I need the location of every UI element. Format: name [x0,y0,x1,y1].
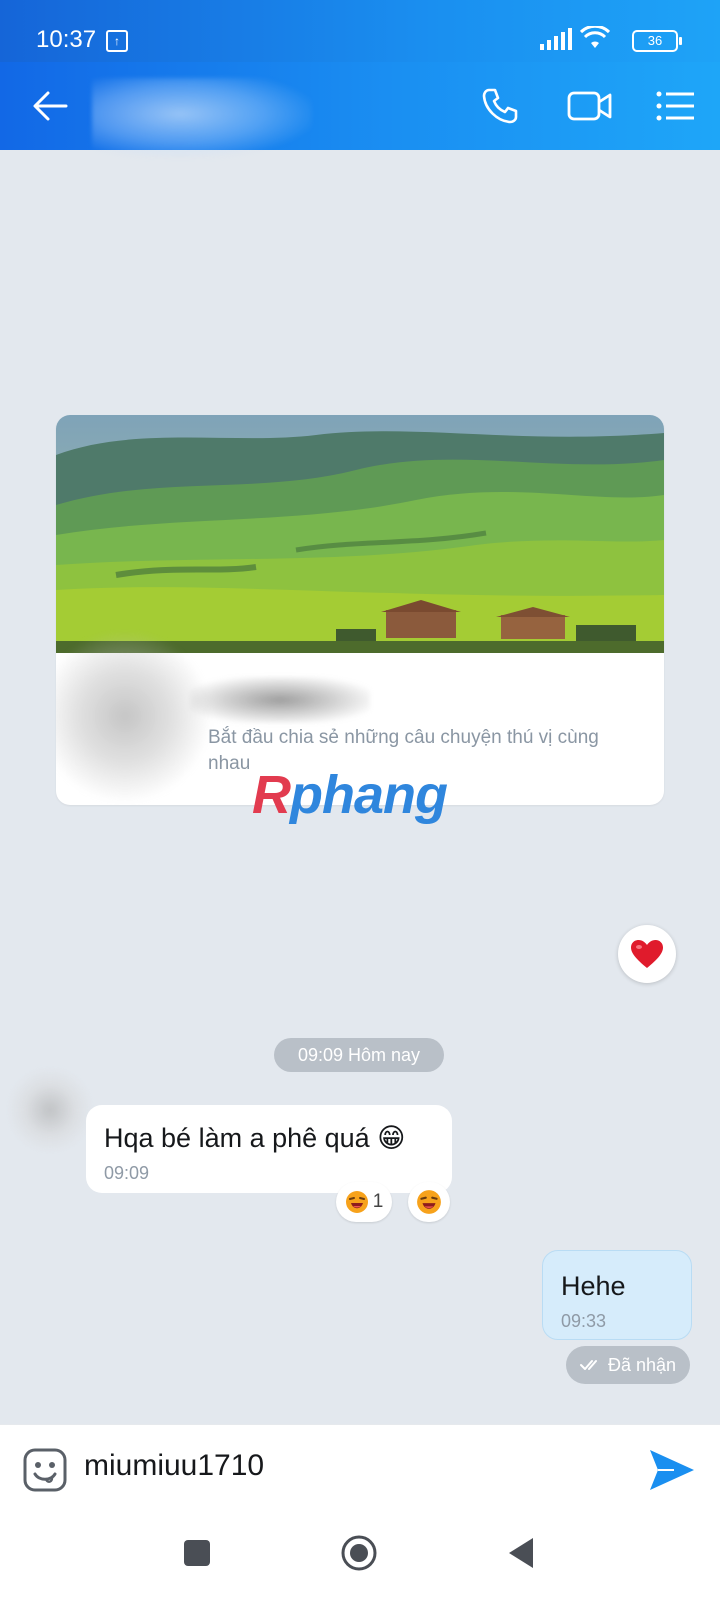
menu-button[interactable] [650,80,702,132]
back-nav-button[interactable] [506,1536,536,1570]
system-nav-bar [0,1512,720,1600]
recents-button[interactable] [184,1540,210,1566]
sticker-face-icon [23,1448,67,1492]
chat-area[interactable]: Bắt đầu chia sẻ những câu chuyện thú vị … [0,150,720,1424]
laughing-face-icon [345,1191,368,1213]
sticker-button[interactable] [22,1447,68,1493]
message-input[interactable]: miumiuu1710 [84,1449,264,1483]
video-camera-icon [567,91,612,121]
read-receipt: Đã nhận [566,1346,690,1384]
quick-heart-button[interactable] [618,925,676,983]
composer-bar: miumiuu1710 [0,1424,720,1513]
contact-name-redacted [92,78,312,158]
watermark-logo: Rphang [252,764,448,826]
intro-card[interactable]: Bắt đầu chia sẻ những câu chuyện thú vị … [56,415,664,805]
card-avatar-redacted [56,631,210,801]
home-button[interactable] [340,1534,378,1572]
message-text: Hqa bé làm a phê quá 😁 [104,1123,406,1153]
landscape-image [56,415,664,653]
battery-icon: 36 [632,30,682,52]
incoming-message[interactable]: Hqa bé làm a phê quá 😁 09:09 [86,1105,452,1193]
heart-icon [631,940,663,968]
date-separator: 09:09 Hôm nay [274,1038,444,1072]
double-check-icon [579,1360,597,1370]
message-time: 09:33 [561,1311,607,1331]
wifi-icon [580,26,610,48]
add-reaction-button[interactable] [408,1182,450,1222]
home-circle-icon [341,1535,377,1571]
outgoing-message[interactable]: Hehe 09:33 [542,1250,692,1340]
send-icon [650,1450,694,1490]
laughing-face-icon [417,1190,441,1214]
message-text: Hehe [561,1271,626,1301]
triangle-back-icon [509,1538,533,1568]
call-button[interactable] [474,80,526,132]
list-menu-icon [656,91,694,121]
notification-icon: ↑ [106,30,128,52]
reaction-count: 1 [372,1191,384,1212]
status-time: 10:37 [36,26,97,53]
watermark-first: R [252,765,291,825]
video-call-button[interactable] [564,80,616,132]
phone-icon [482,88,518,124]
signal-icon [540,28,572,50]
arrow-left-icon [33,91,68,121]
chat-header [0,62,720,158]
send-button[interactable] [648,1447,696,1493]
status-bar: 10:37 ↑ 36 [0,0,720,62]
message-time: 09:09 [104,1163,150,1183]
watermark-rest: phang [290,765,448,825]
back-button[interactable] [24,80,76,132]
reaction-count-chip[interactable]: 1 [336,1182,392,1222]
receipt-status: Đã nhận [607,1355,677,1375]
card-title-redacted [190,677,370,723]
sender-avatar-redacted[interactable] [10,1070,90,1150]
